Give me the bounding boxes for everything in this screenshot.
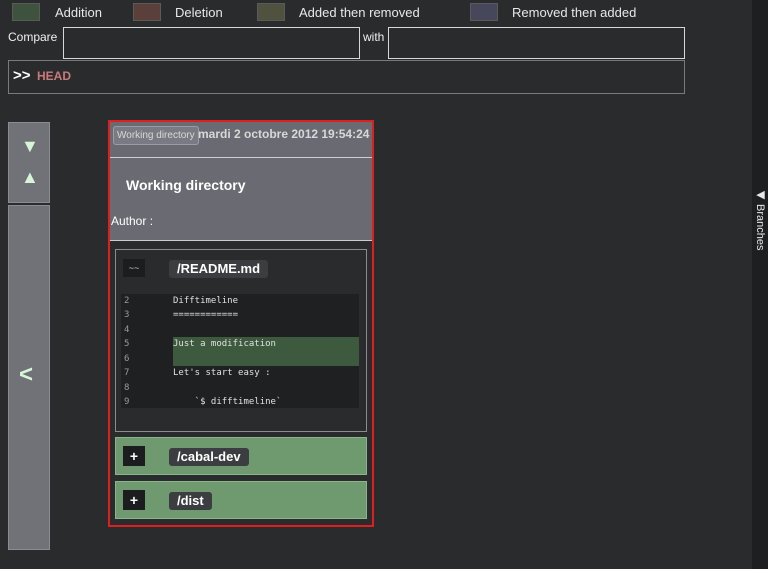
commit-header: Working directory mardi 2 octobre 2012 1… [110, 122, 372, 241]
next-commit-arrow-down-icon[interactable]: ▼ [21, 136, 39, 157]
diff-toggle-icon[interactable]: ~~ [123, 259, 145, 277]
line-number: 9 [124, 397, 130, 407]
chevron-left-icon: < [19, 361, 34, 388]
double-chevron-right-icon: >> [13, 67, 31, 84]
commit-title: Working directory [126, 177, 246, 193]
back-button[interactable]: < [8, 205, 50, 550]
compare-from-input[interactable] [63, 27, 360, 59]
line-number: 3 [124, 310, 130, 320]
diff-line: 8 [121, 381, 359, 395]
line-code: Just a modification [173, 339, 276, 349]
branches-toggle[interactable]: ◀ Branches [754, 188, 767, 251]
expand-plus-icon[interactable]: + [123, 446, 145, 466]
directory-cabal-dev[interactable]: + /cabal-dev [115, 437, 367, 475]
line-number: 8 [124, 383, 130, 393]
legend-removed-then-added-label: Removed then added [512, 5, 637, 20]
diff-line: 6 [121, 352, 359, 366]
diff-line: 7 Let's start easy : [121, 366, 359, 380]
legend-deletion-label: Deletion [175, 5, 223, 20]
directory-name-label[interactable]: /dist [169, 492, 212, 510]
added-then-removed-swatch [257, 3, 285, 21]
removed-then-added-swatch [470, 3, 498, 21]
commit-nav-panel: ▼ ▲ [8, 122, 50, 203]
diff-view: 2 Difftimeline 3 ============ 4 5 Just a… [121, 294, 359, 408]
with-label: with [363, 30, 385, 44]
line-number: 7 [124, 368, 130, 378]
line-code: Let's start easy : [173, 368, 271, 378]
addition-swatch [12, 3, 40, 21]
deletion-swatch [133, 3, 161, 21]
diff-line: 3 ============ [121, 308, 359, 322]
diff-line: 4 [121, 323, 359, 337]
diff-line: 5 Just a modification [121, 337, 359, 351]
commit-date: mardi 2 octobre 2012 19:54:24 [198, 127, 370, 141]
branches-sidebar: ◀ Branches [752, 0, 768, 569]
line-number: 4 [124, 325, 130, 335]
head-ref-label[interactable]: HEAD [37, 69, 71, 83]
previous-commit-arrow-up-icon[interactable]: ▲ [21, 167, 39, 188]
compare-to-input[interactable] [388, 27, 685, 59]
directory-dist[interactable]: + /dist [115, 481, 367, 519]
commit-author-label: Author : [111, 214, 154, 228]
line-code: ============ [173, 310, 239, 320]
commit-panel: Working directory mardi 2 octobre 2012 1… [108, 120, 374, 527]
line-number: 6 [124, 354, 130, 364]
line-code: Difftimeline [173, 296, 239, 306]
compare-label: Compare [8, 30, 58, 44]
diff-line: 9 `$ difftimeline` [121, 395, 359, 409]
legend-added-then-removed-label: Added then removed [299, 5, 420, 20]
line-number: 5 [124, 339, 130, 349]
head-bar: >> HEAD [8, 60, 685, 94]
line-code: `$ difftimeline` [173, 397, 282, 407]
header-divider [110, 157, 372, 158]
file-diff-block: ~~ /README.md 2 Difftimeline 3 =========… [115, 249, 367, 432]
file-name-label[interactable]: /README.md [169, 260, 269, 278]
working-directory-badge[interactable]: Working directory [113, 126, 199, 145]
legend-addition-label: Addition [55, 5, 102, 20]
expand-plus-icon[interactable]: + [123, 490, 145, 510]
diff-line: 2 Difftimeline [121, 294, 359, 308]
line-number: 2 [124, 296, 130, 306]
directory-name-label[interactable]: /cabal-dev [169, 448, 249, 466]
